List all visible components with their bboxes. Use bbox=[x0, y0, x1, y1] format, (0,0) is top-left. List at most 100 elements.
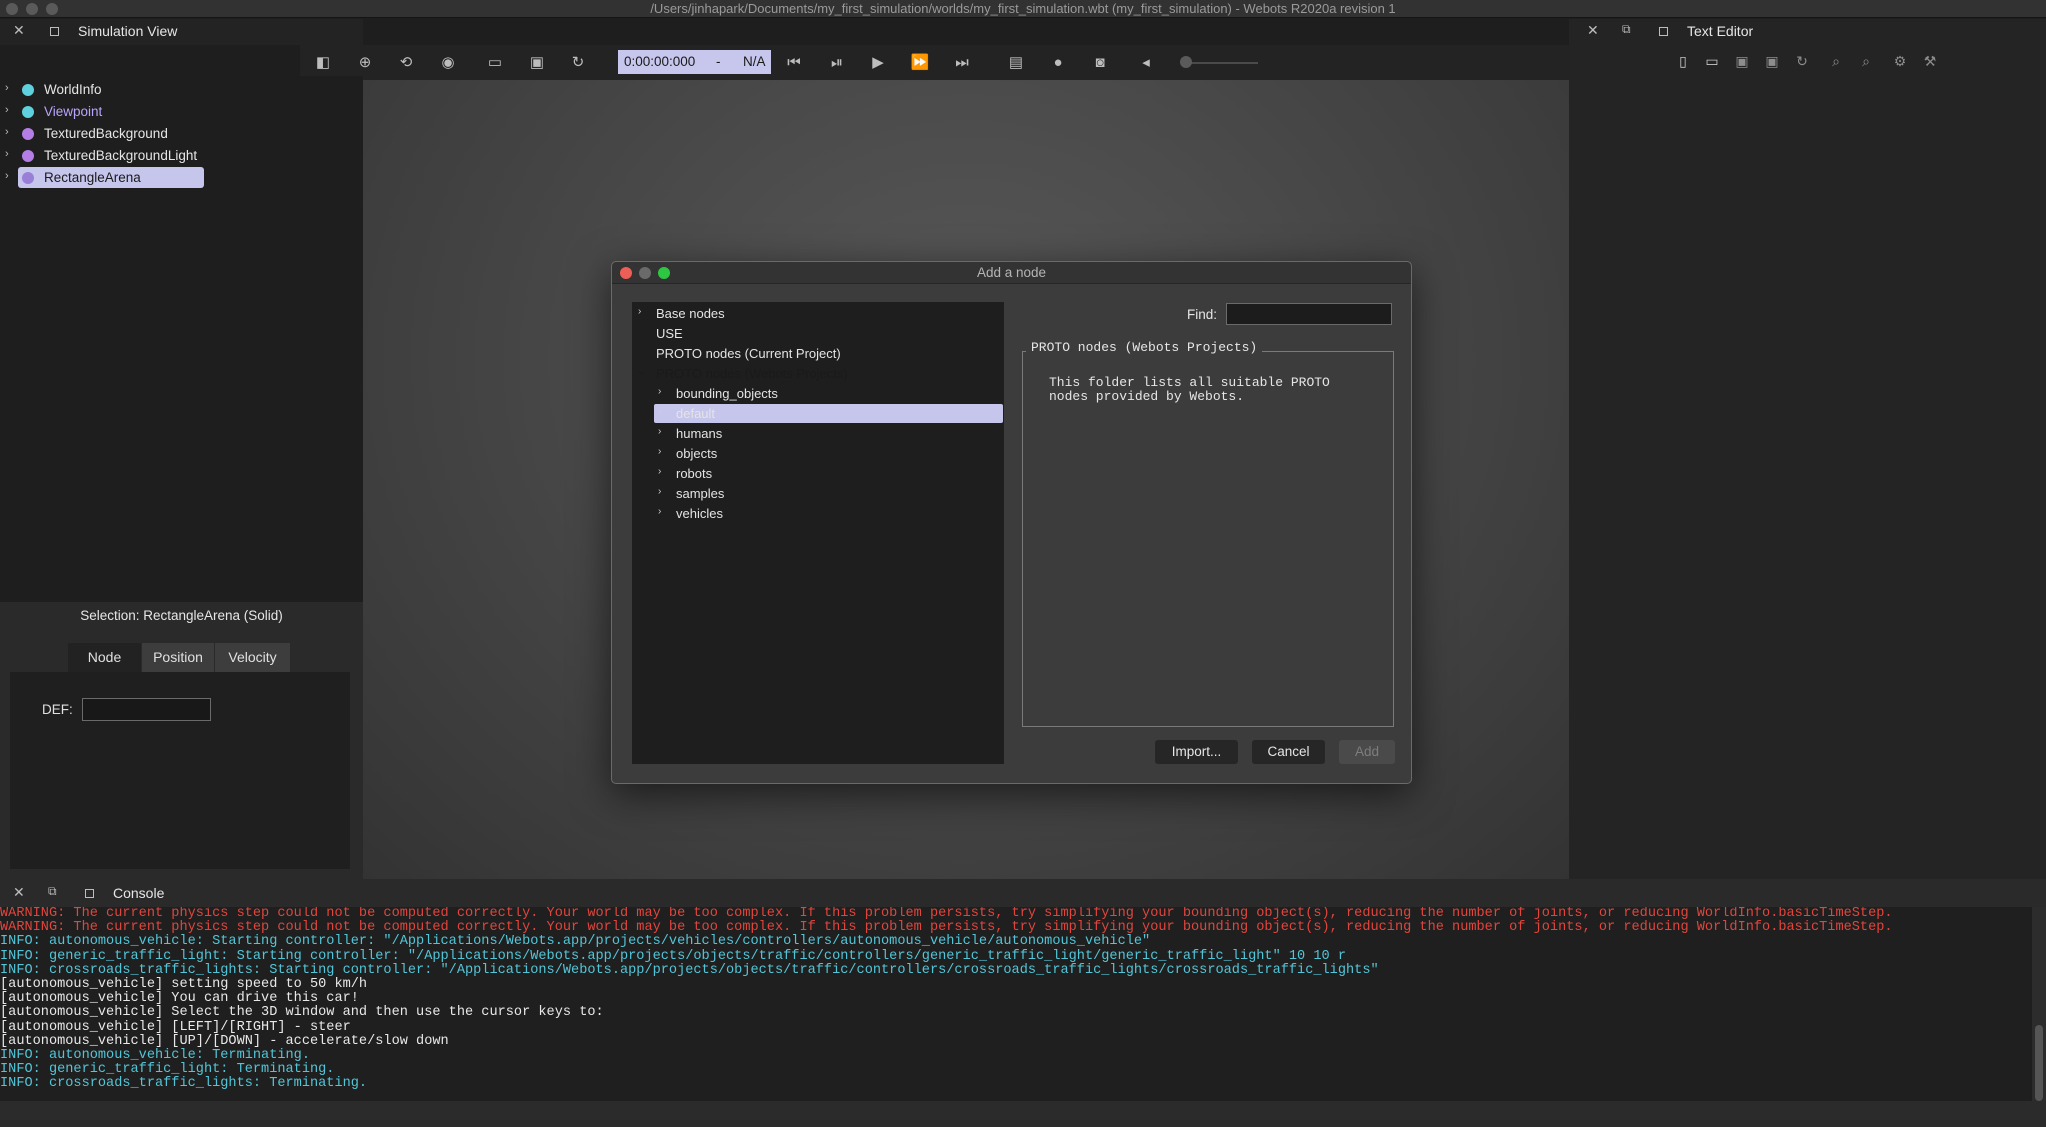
text-editor-title: Text Editor bbox=[1687, 23, 1754, 39]
console-output[interactable]: WARNING: The current physics step could … bbox=[0, 907, 2030, 1101]
tree-item-samples[interactable]: › samples bbox=[632, 484, 1004, 504]
open-world-icon[interactable]: ▭ bbox=[485, 53, 505, 73]
chevron-right-icon[interactable]: › bbox=[5, 126, 9, 138]
chevron-down-icon[interactable]: ⌄ bbox=[637, 366, 645, 377]
chevron-right-icon[interactable]: › bbox=[658, 506, 661, 517]
eye-icon[interactable]: ◉ bbox=[438, 53, 458, 73]
chevron-right-icon[interactable]: › bbox=[658, 486, 661, 497]
import-button[interactable]: Import... bbox=[1155, 740, 1238, 764]
node-sphere-icon bbox=[22, 150, 34, 162]
main-toolbar: ◧ ⊕ ⟲ ◉ ▭ ▣ ↻ 0:00:00:000 - N/A ⏮ ⏯ ▶ ⏩ … bbox=[300, 45, 1580, 81]
video-icon[interactable]: ▤ bbox=[1006, 53, 1026, 73]
node-sphere-icon bbox=[22, 106, 34, 118]
float-panel-icon[interactable] bbox=[50, 27, 59, 36]
node-sphere-icon bbox=[22, 172, 34, 184]
def-input[interactable] bbox=[82, 698, 211, 721]
console-title: Console bbox=[113, 885, 165, 901]
console-line: INFO: autonomous_vehicle: Starting contr… bbox=[0, 934, 1151, 950]
tab-node[interactable]: Node bbox=[68, 643, 141, 672]
add-node-dialog: Add a node › Base nodes USE PROTO nodes … bbox=[611, 261, 1412, 784]
node-sphere-icon bbox=[22, 128, 34, 140]
chevron-right-icon[interactable]: › bbox=[658, 466, 661, 477]
console-scrollbar-thumb[interactable] bbox=[2035, 1025, 2043, 1101]
selection-label: Selection: RectangleArena (Solid) bbox=[80, 608, 283, 623]
console-line: WARNING: The current physics step could … bbox=[0, 920, 1893, 936]
simulation-view-title: Simulation View bbox=[78, 23, 178, 39]
tree-item-bounding-objects[interactable]: › bounding_objects bbox=[632, 384, 1004, 404]
cancel-button[interactable]: Cancel bbox=[1252, 740, 1325, 764]
reload-world-icon[interactable]: ↻ bbox=[568, 53, 588, 73]
save-file-icon: ▣ bbox=[1735, 53, 1749, 69]
scene-tree-item-label: TexturedBackground bbox=[44, 126, 168, 141]
float-panel-icon[interactable] bbox=[85, 889, 94, 898]
mute-icon[interactable]: ◂ bbox=[1136, 53, 1156, 73]
tree-item-robots[interactable]: › robots bbox=[632, 464, 1004, 484]
window-titlebar: /Users/jinhapark/Documents/my_first_simu… bbox=[0, 0, 2046, 18]
console-line: INFO: crossroads_traffic_lights: Termina… bbox=[0, 1076, 368, 1092]
chevron-right-icon[interactable]: › bbox=[658, 426, 661, 437]
find-label: Find: bbox=[1187, 307, 1218, 322]
volume-slider-handle[interactable] bbox=[1180, 56, 1192, 68]
tree-item-proto-webots-projects[interactable]: ⌄ PROTO nodes (Webots Projects) bbox=[632, 364, 1004, 384]
tree-item-vehicles[interactable]: › vehicles bbox=[632, 504, 1004, 524]
console-line: [autonomous_vehicle] setting speed to 50… bbox=[0, 976, 368, 992]
undock-panel-icon[interactable]: ⧉ bbox=[48, 884, 57, 899]
chevron-right-icon[interactable]: › bbox=[5, 170, 9, 182]
new-file-icon[interactable]: ▯ bbox=[1674, 52, 1692, 70]
close-panel-icon[interactable]: ✕ bbox=[1587, 22, 1599, 39]
record-icon[interactable]: ● bbox=[1048, 53, 1068, 73]
scene-tree-item-texturedbackground[interactable]: › TexturedBackground bbox=[0, 123, 363, 145]
tree-item-label: PROTO nodes (Current Project) bbox=[656, 346, 841, 361]
scene-tree-item-worldinfo[interactable]: › WorldInfo bbox=[0, 79, 363, 101]
revert-icon: ↻ bbox=[1796, 53, 1808, 69]
fastest-icon[interactable]: ⏭ bbox=[952, 53, 972, 73]
tree-item-objects[interactable]: › objects bbox=[632, 444, 1004, 464]
scene-tree-item-texturedbackgroundlight[interactable]: › TexturedBackgroundLight bbox=[0, 145, 363, 167]
close-panel-icon[interactable]: ✕ bbox=[13, 22, 25, 39]
step-icon[interactable]: ⏯ bbox=[827, 53, 847, 73]
chevron-right-icon[interactable]: › bbox=[638, 306, 641, 317]
find-input[interactable] bbox=[1226, 303, 1392, 325]
tree-item-base-nodes[interactable]: › Base nodes bbox=[632, 304, 1004, 324]
console-line: INFO: crossroads_traffic_lights: Startin… bbox=[0, 962, 1379, 978]
console-scrollbar[interactable] bbox=[2032, 907, 2046, 1101]
tree-item-humans[interactable]: › humans bbox=[632, 424, 1004, 444]
reset-simulation-icon[interactable]: ⏮ bbox=[784, 53, 804, 73]
chevron-right-icon[interactable]: › bbox=[5, 148, 9, 160]
save-world-icon[interactable]: ▣ bbox=[527, 53, 547, 73]
tab-position[interactable]: Position bbox=[142, 643, 214, 672]
open-file-icon[interactable]: ▭ bbox=[1703, 52, 1721, 70]
tab-velocity[interactable]: Velocity bbox=[215, 643, 290, 672]
chevron-right-icon[interactable]: › bbox=[5, 82, 9, 94]
play-icon[interactable]: ▶ bbox=[868, 53, 888, 73]
scene-tree-toggle-icon[interactable]: ◧ bbox=[313, 53, 333, 73]
scene-tree-item-label: TexturedBackgroundLight bbox=[44, 148, 198, 163]
description-text: This folder lists all suitable PROTO nod… bbox=[1049, 375, 1330, 404]
add-button: Add bbox=[1339, 740, 1395, 764]
volume-slider[interactable] bbox=[1186, 62, 1258, 64]
console-line: WARNING: The current physics step could … bbox=[0, 907, 1893, 921]
undock-panel-icon[interactable]: ⧉ bbox=[1622, 22, 1631, 37]
chevron-right-icon[interactable]: › bbox=[5, 104, 9, 116]
simulation-time-display: 0:00:00:000 - N/A bbox=[618, 50, 771, 74]
add-node-icon[interactable]: ⊕ bbox=[355, 53, 375, 73]
float-panel-icon[interactable] bbox=[1659, 27, 1668, 36]
simulation-view-header: ✕ Simulation View bbox=[0, 19, 363, 45]
reset-view-icon[interactable]: ⟲ bbox=[396, 53, 416, 73]
fast-icon[interactable]: ⏩ bbox=[910, 53, 930, 73]
tree-item-default[interactable]: › default bbox=[632, 404, 1004, 424]
close-panel-icon[interactable]: ✕ bbox=[13, 884, 25, 901]
scene-tree-item-rectanglearena[interactable]: › RectangleArena bbox=[0, 167, 363, 189]
scene-tree-item-viewpoint[interactable]: › Viewpoint bbox=[0, 101, 363, 123]
field-editor-panel: Selection: RectangleArena (Solid) Node P… bbox=[0, 602, 363, 879]
console-line: [autonomous_vehicle] [UP]/[DOWN] - accel… bbox=[0, 1033, 449, 1049]
chevron-right-icon[interactable]: › bbox=[658, 446, 661, 457]
time-separator: - bbox=[716, 54, 721, 69]
build-settings-icon: ⚙ bbox=[1893, 53, 1907, 69]
screenshot-icon[interactable]: ◙ bbox=[1090, 53, 1110, 73]
tree-item-use[interactable]: USE bbox=[632, 324, 1004, 344]
tree-item-proto-current-project[interactable]: PROTO nodes (Current Project) bbox=[632, 344, 1004, 364]
chevron-right-icon[interactable]: › bbox=[658, 386, 661, 397]
chevron-right-icon[interactable]: › bbox=[658, 406, 661, 417]
simulation-speed: N/A bbox=[743, 54, 766, 69]
